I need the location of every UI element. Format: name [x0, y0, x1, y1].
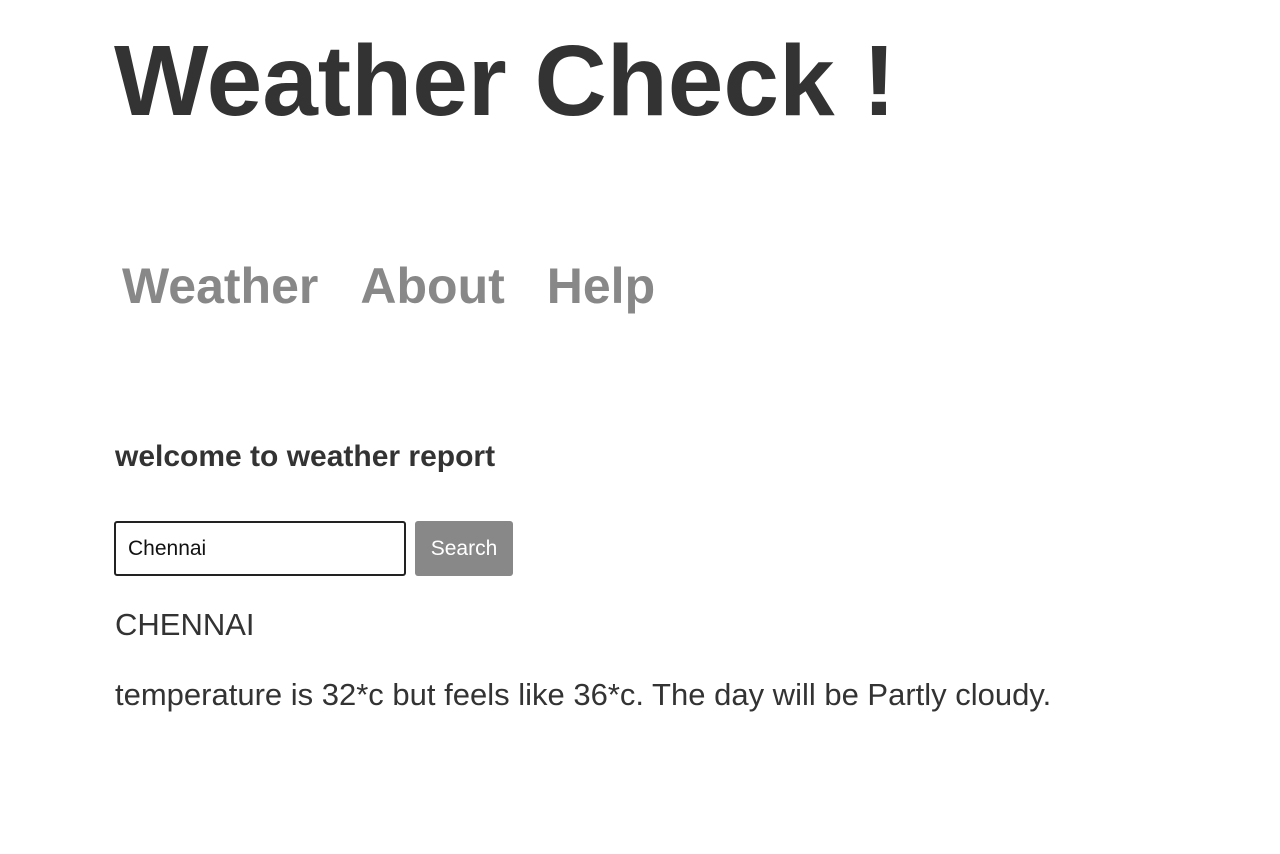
- page: Weather Check ! Weather About Help welco…: [0, 0, 1280, 854]
- search-button[interactable]: Search: [415, 521, 513, 576]
- welcome-heading: welcome to weather report: [115, 440, 496, 473]
- nav-link-help[interactable]: Help: [547, 256, 655, 316]
- location-search-input[interactable]: [114, 521, 406, 576]
- nav-link-about[interactable]: About: [360, 256, 504, 316]
- main-nav: Weather About Help: [122, 256, 655, 316]
- site-title: Weather Check !: [114, 25, 896, 137]
- result-location: CHENNAI: [115, 607, 255, 642]
- search-form: Search: [114, 521, 513, 576]
- nav-link-weather[interactable]: Weather: [122, 256, 318, 316]
- result-forecast: temperature is 32*c but feels like 36*c.…: [115, 677, 1052, 712]
